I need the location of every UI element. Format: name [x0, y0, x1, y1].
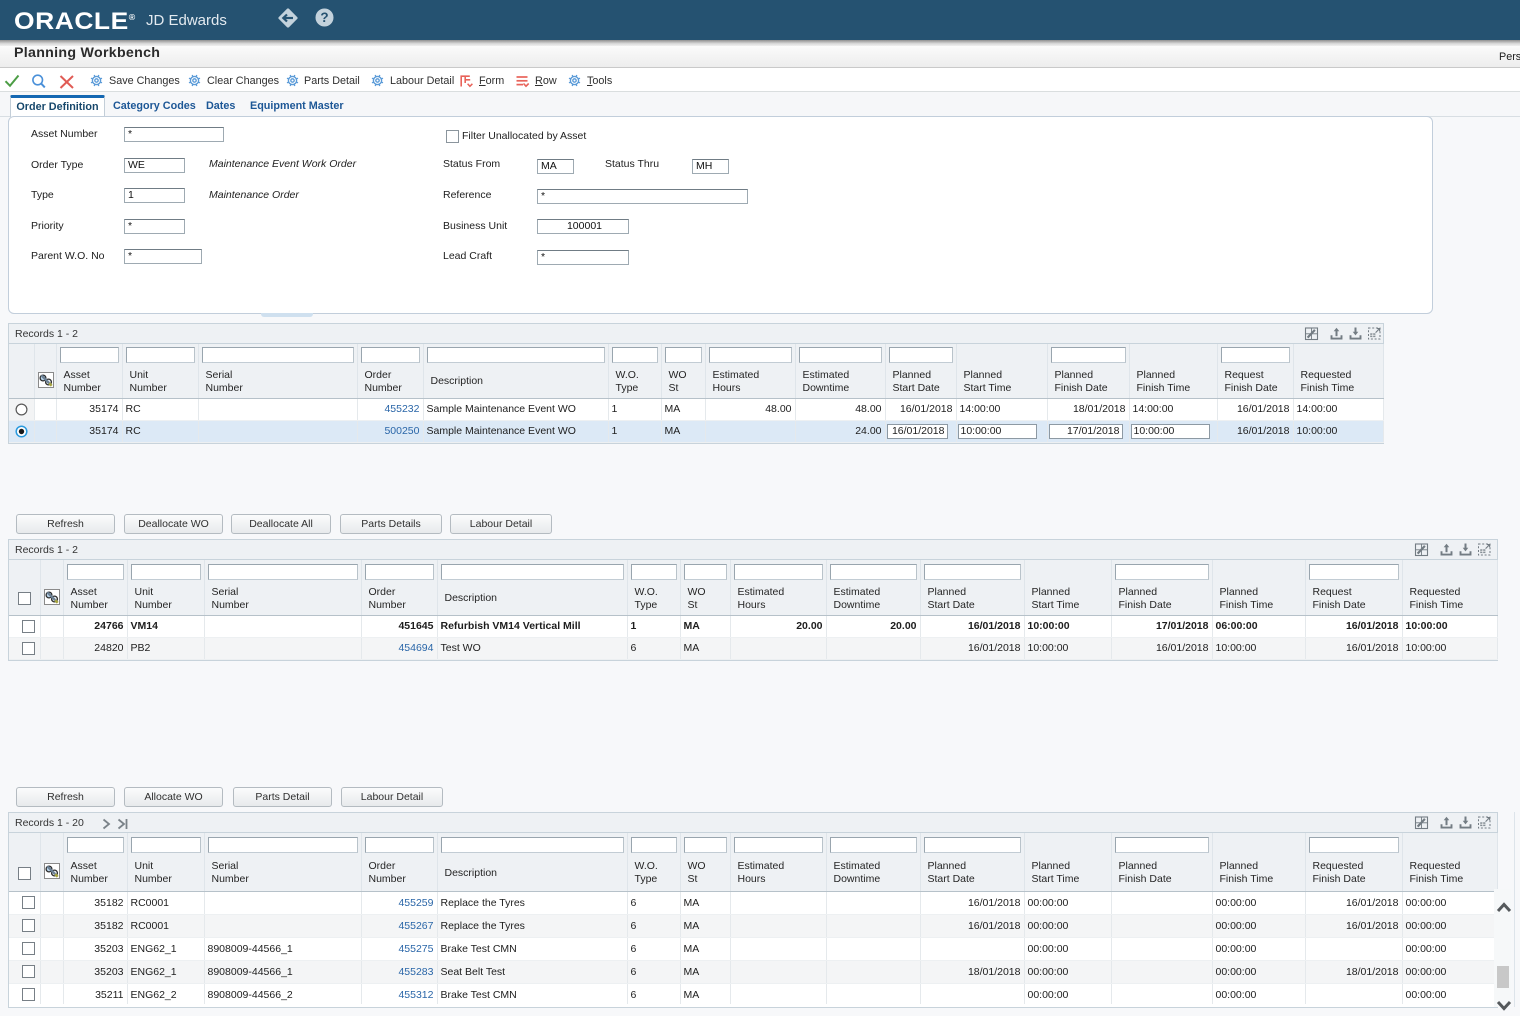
svg-text:?: ?	[320, 10, 328, 25]
